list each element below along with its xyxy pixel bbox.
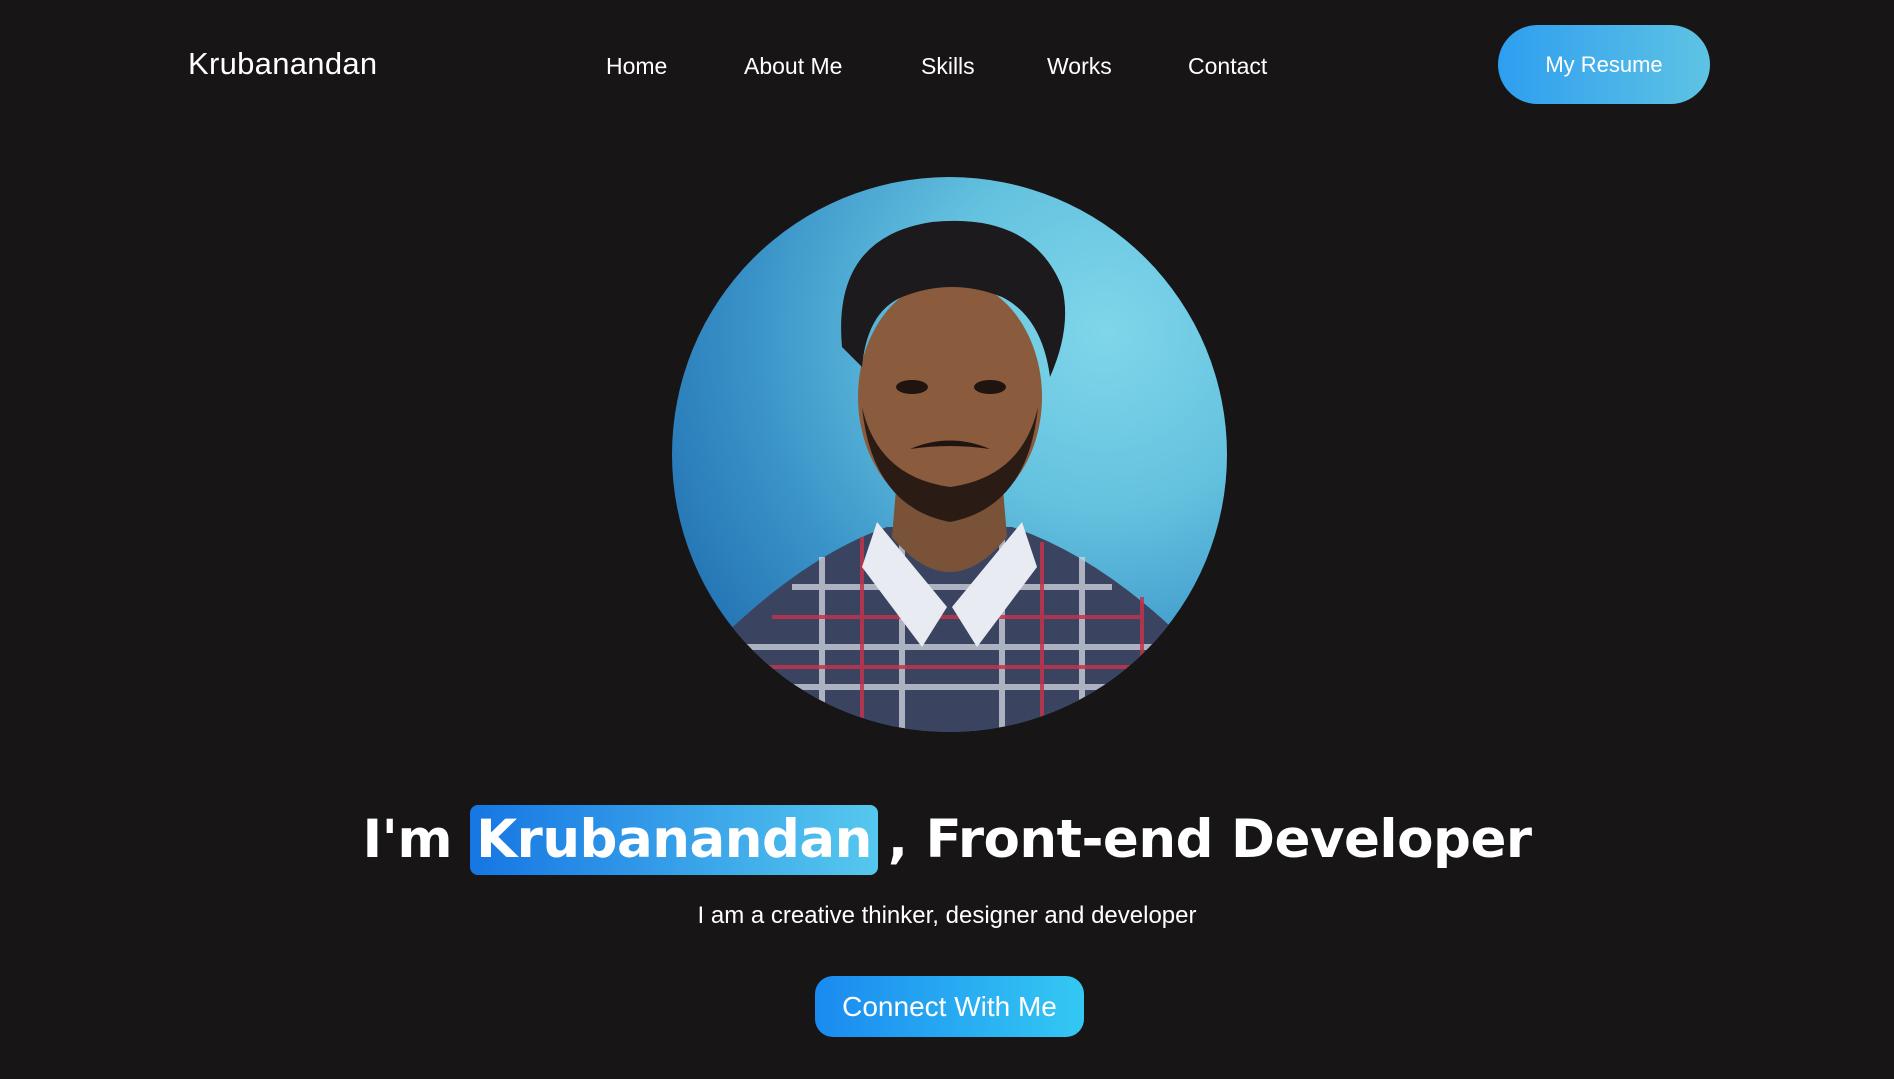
connect-with-me-button[interactable]: Connect With Me	[815, 976, 1084, 1037]
person-portrait-icon	[672, 220, 1227, 732]
my-resume-button[interactable]: My Resume	[1498, 25, 1710, 104]
nav-about-me[interactable]: About Me	[744, 50, 842, 82]
headline-role: , Front-end Developer	[887, 809, 1532, 870]
headline-name-highlight: Krubanandan	[470, 805, 878, 875]
hero-subtitle: I am a creative thinker, designer and de…	[697, 902, 1197, 929]
nav-home[interactable]: Home	[606, 50, 667, 82]
nav-contact[interactable]: Contact	[1188, 50, 1267, 82]
nav-works[interactable]: Works	[1047, 50, 1112, 82]
profile-photo	[672, 177, 1227, 732]
portfolio-page: Krubanandan Home About Me Skills Works C…	[0, 0, 1894, 1079]
nav-skills[interactable]: Skills	[921, 50, 975, 82]
headline-intro: I'm	[362, 809, 453, 870]
hero-headline: I'm Krubanandan, Front-end Developer	[0, 800, 1894, 880]
